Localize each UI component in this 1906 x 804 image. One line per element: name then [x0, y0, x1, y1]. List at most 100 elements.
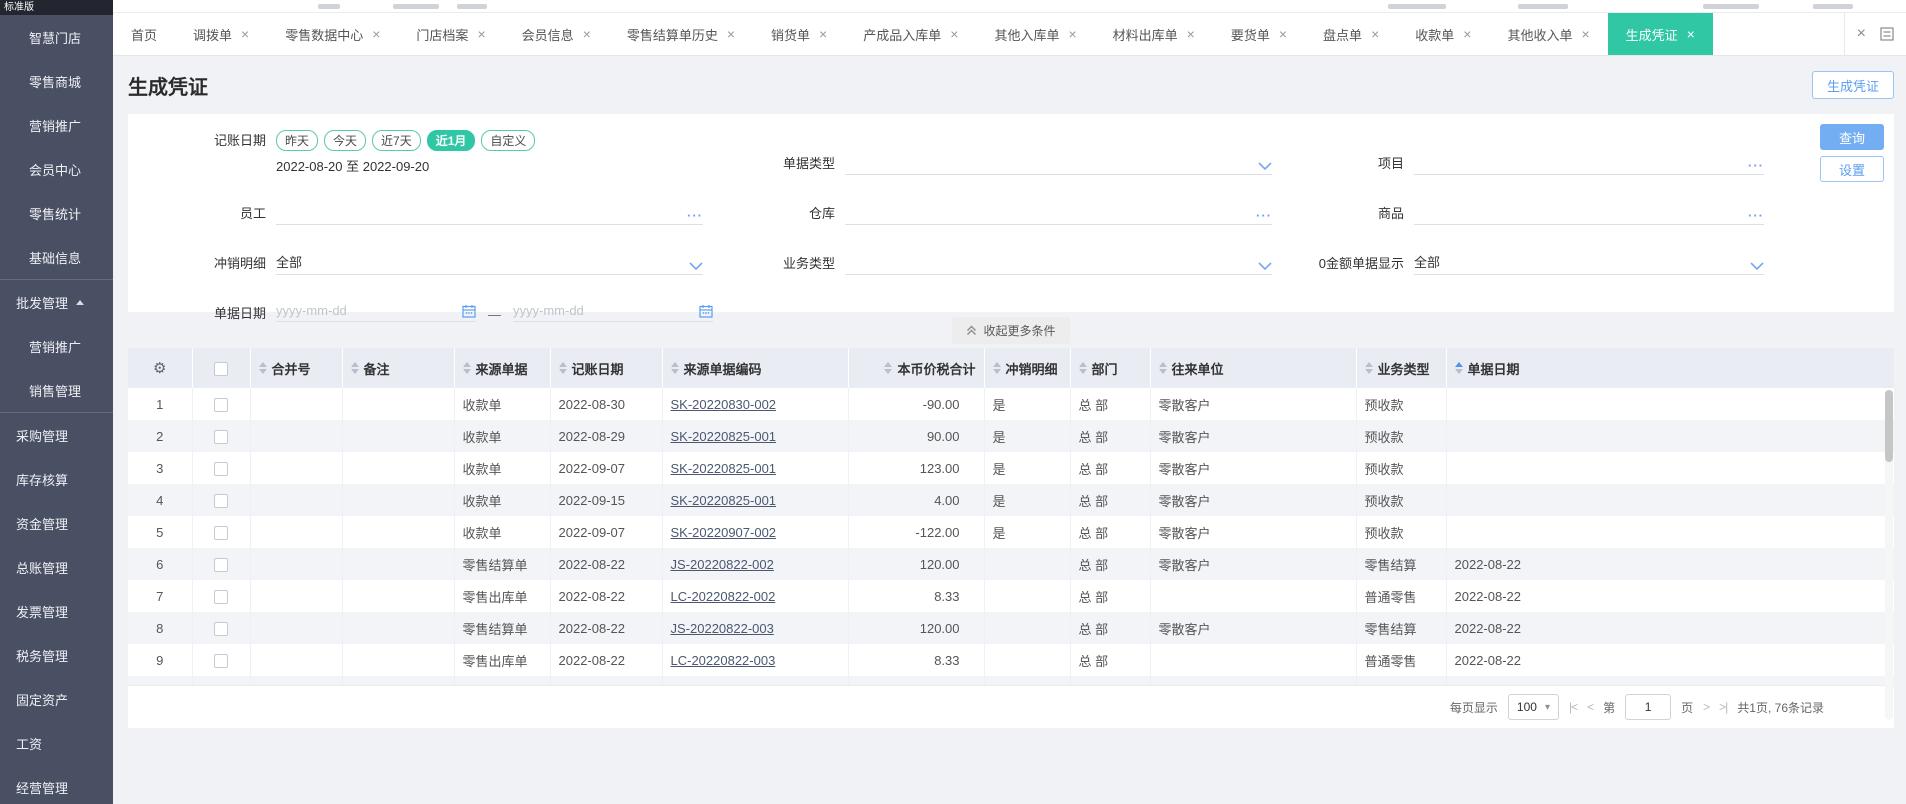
preset-today[interactable]: 今天 — [324, 130, 367, 151]
first-page-icon[interactable]: |< — [1569, 700, 1578, 714]
doc-date-start-input[interactable]: yyyy-mm-dd — [276, 303, 476, 322]
row-checkbox[interactable] — [214, 397, 228, 412]
doc-date-end-input[interactable]: yyyy-mm-dd — [513, 303, 713, 322]
col-source-doc[interactable]: 来源单据 — [454, 348, 551, 388]
tab[interactable]: 首页 — [113, 13, 175, 55]
ellipsis-picker-icon[interactable]: ··· — [1748, 209, 1764, 222]
source-code-link[interactable]: SK-20220830-002 — [671, 397, 777, 412]
row-checkbox[interactable] — [214, 493, 228, 508]
zero-amount-select[interactable]: 全部 — [1414, 247, 1764, 275]
source-code-link[interactable]: SK-20220825-001 — [671, 461, 777, 476]
table-row[interactable]: 4 收款单 2022-09-15 SK-20220825-001 4.00 是总 部零散客… — [128, 484, 1894, 516]
goods-picker[interactable]: ··· — [1414, 197, 1764, 225]
ellipsis-picker-icon[interactable]: ··· — [1256, 209, 1272, 222]
sort-icons[interactable] — [1158, 362, 1167, 374]
sidebar-item[interactable]: 零售商城 — [0, 59, 113, 103]
tab[interactable]: 其他收入单 × — [1489, 13, 1607, 55]
writeoff-select[interactable]: 全部 — [276, 247, 703, 275]
tab-close-icon[interactable]: × — [1187, 27, 1195, 41]
sidebar-item[interactable]: 智慧门店 — [0, 15, 113, 59]
col-dept[interactable]: 部门 — [1070, 348, 1151, 388]
source-code-link[interactable]: JS-20220822-002 — [671, 557, 774, 572]
next-page-icon[interactable]: > — [1703, 700, 1710, 714]
gear-icon[interactable]: ⚙ — [153, 359, 166, 377]
tab-close-icon[interactable]: × — [1279, 27, 1287, 41]
settings-button[interactable]: 设置 — [1820, 156, 1884, 182]
col-source-code[interactable]: 来源单据编码 — [662, 348, 849, 388]
calendar-icon[interactable] — [699, 304, 713, 318]
column-settings-header[interactable]: ⚙ — [128, 348, 193, 388]
sidebar-item[interactable]: 基础信息 — [0, 235, 113, 279]
col-remark[interactable]: 备注 — [342, 348, 455, 388]
row-checkbox[interactable] — [214, 461, 228, 476]
sort-icons[interactable] — [1454, 362, 1463, 374]
sort-icons[interactable] — [1364, 362, 1373, 374]
scrollbar-thumb[interactable] — [1885, 390, 1893, 462]
last-page-icon[interactable]: >| — [1719, 700, 1728, 714]
preset-custom[interactable]: 自定义 — [481, 130, 536, 151]
source-code-link[interactable]: LC-20220822-003 — [671, 653, 776, 668]
chevron-down-icon[interactable] — [1258, 262, 1272, 271]
sort-icons[interactable] — [992, 362, 1001, 374]
sort-icons[interactable] — [258, 362, 267, 374]
sort-icons[interactable] — [350, 362, 359, 374]
sort-icons[interactable] — [670, 362, 679, 374]
row-checkbox[interactable] — [214, 653, 228, 668]
table-row[interactable]: 7 零售出库单 2022-08-22 LC-20220822-002 8.33 总 部普通… — [128, 580, 1894, 612]
sort-icons[interactable] — [1078, 362, 1087, 374]
chevron-down-icon[interactable] — [1750, 262, 1764, 271]
sidebar-item[interactable]: 采购管理 — [0, 412, 113, 457]
tab-close-icon[interactable]: × — [583, 27, 591, 41]
ellipsis-picker-icon[interactable]: ··· — [687, 209, 703, 222]
sort-icons[interactable] — [558, 362, 567, 374]
project-picker[interactable]: ··· — [1414, 147, 1764, 175]
tab[interactable]: 产成品入库单 × — [845, 13, 976, 55]
close-all-tabs-icon[interactable]: × — [1857, 25, 1866, 43]
sort-icons[interactable] — [884, 362, 893, 374]
row-checkbox[interactable] — [214, 525, 228, 540]
sort-icons[interactable] — [462, 362, 471, 374]
tab-close-icon[interactable]: × — [477, 27, 485, 41]
table-row[interactable]: 2 收款单 2022-08-29 SK-20220825-001 90.00 是总 部零散… — [128, 420, 1894, 452]
tab[interactable]: 调拨单 × — [175, 13, 267, 55]
sidebar-item[interactable]: 发票管理 — [0, 589, 113, 633]
tab[interactable]: 零售结算单历史 × — [609, 13, 753, 55]
tab[interactable]: 盘点单 × — [1305, 13, 1397, 55]
table-row[interactable]: 9 零售出库单 2022-08-22 LC-20220822-003 8.33 总 部普通… — [128, 644, 1894, 676]
tab-close-icon[interactable]: × — [727, 27, 735, 41]
tab[interactable]: 其他入库单 × — [976, 13, 1094, 55]
source-code-link[interactable]: SK-20220907-002 — [671, 525, 777, 540]
sidebar-item[interactable]: 总账管理 — [0, 545, 113, 589]
chevron-down-icon[interactable] — [1258, 162, 1272, 171]
col-biz-type[interactable]: 业务类型 — [1356, 348, 1447, 388]
warehouse-picker[interactable]: ··· — [845, 197, 1272, 225]
preset-yesterday[interactable]: 昨天 — [276, 130, 319, 151]
sidebar-item[interactable]: 销售管理 — [0, 368, 113, 412]
preset-last-month[interactable]: 近1月 — [426, 130, 476, 151]
sidebar-item[interactable]: 税务管理 — [0, 633, 113, 677]
query-button[interactable]: 查询 — [1820, 124, 1884, 150]
sidebar-item[interactable]: 营销推广 — [0, 324, 113, 368]
row-checkbox[interactable] — [214, 589, 228, 604]
source-code-link[interactable]: JS-20220822-003 — [671, 621, 774, 636]
employee-picker[interactable]: ··· — [276, 197, 703, 225]
select-all-header[interactable] — [192, 348, 251, 388]
tab[interactable]: 收款单 × — [1397, 13, 1489, 55]
tab-close-icon[interactable]: × — [1068, 27, 1076, 41]
col-writeoff[interactable]: 冲销明细 — [984, 348, 1071, 388]
vertical-scrollbar[interactable] — [1885, 390, 1893, 720]
generate-voucher-button[interactable]: 生成凭证 — [1811, 71, 1894, 99]
sidebar-item[interactable]: 固定资产 — [0, 677, 113, 721]
source-code-link[interactable]: LC-20220822-001 — [671, 685, 776, 686]
page-size-select[interactable]: 100 ▾ — [1507, 694, 1559, 720]
tab-close-icon[interactable]: × — [1463, 27, 1471, 41]
table-row[interactable]: 3 收款单 2022-09-07 SK-20220825-001 123.00 是总 部零… — [128, 452, 1894, 484]
business-type-select[interactable] — [845, 247, 1272, 275]
table-row[interactable]: 8 零售结算单 2022-08-22 JS-20220822-003 120.00 总 部… — [128, 612, 1894, 644]
tab-close-icon[interactable]: × — [1371, 27, 1379, 41]
sidebar-item[interactable]: 批发管理 — [0, 279, 113, 324]
row-checkbox[interactable] — [214, 621, 228, 636]
calendar-icon[interactable] — [462, 304, 476, 318]
sidebar-item[interactable]: 资金管理 — [0, 501, 113, 545]
tab[interactable]: 要货单 × — [1213, 13, 1305, 55]
